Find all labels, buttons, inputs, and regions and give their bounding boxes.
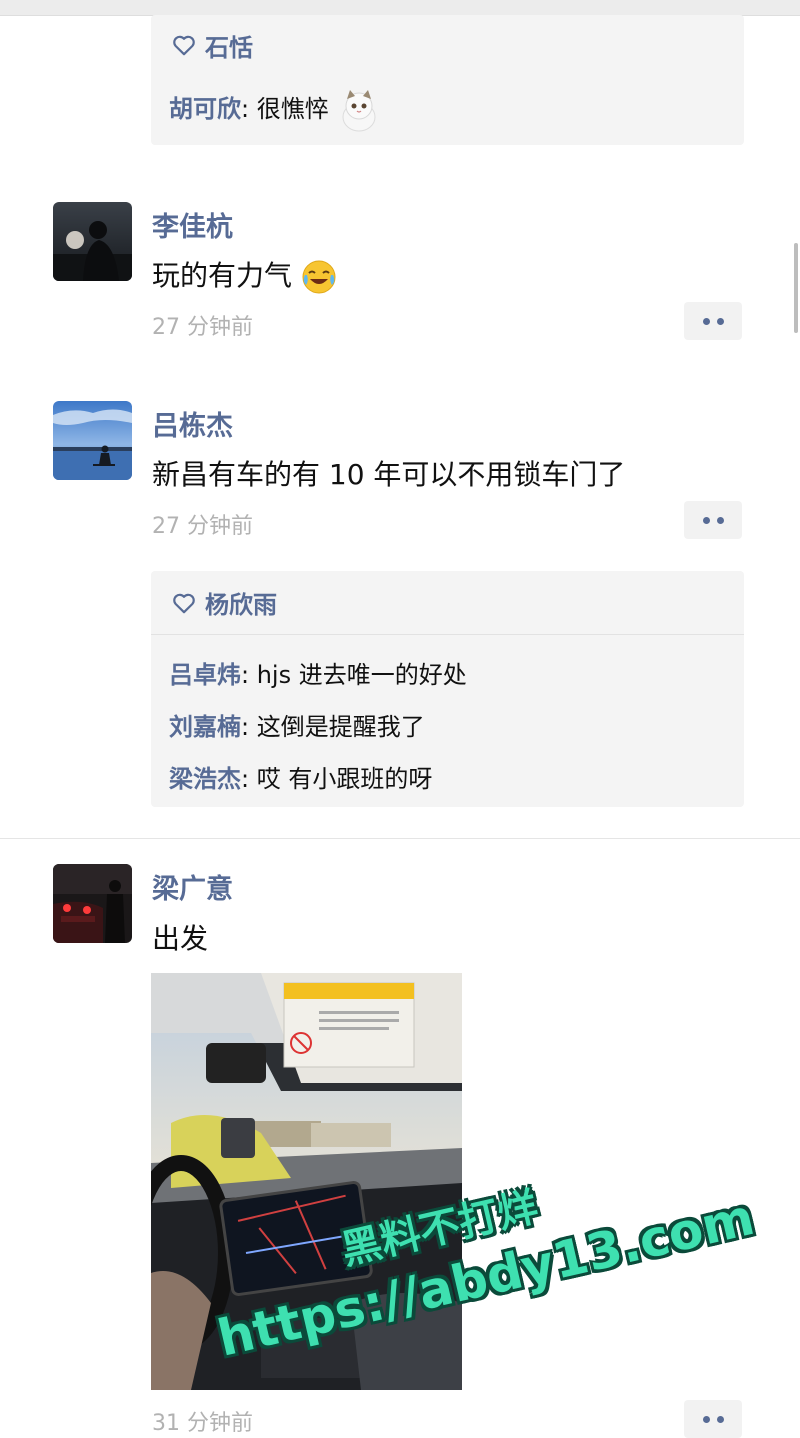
post-text: 新昌有车的有 10 年可以不用锁车门了: [152, 458, 626, 491]
comment-text: 这倒是提醒我了: [256, 713, 425, 741]
avatar-night-car-image: [53, 864, 132, 943]
avatar[interactable]: [53, 202, 132, 281]
more-options-button[interactable]: [684, 501, 742, 539]
post-time: 27 分钟前: [152, 514, 253, 539]
top-status-strip: [0, 0, 800, 16]
likes-row: 石恬: [151, 15, 744, 75]
comment-author[interactable]: 吕卓炜: [169, 661, 241, 689]
post-text-content: 玩的有力气: [152, 259, 293, 292]
comment-text: 哎 有小跟班的呀: [256, 765, 433, 793]
likers-names[interactable]: 杨欣雨: [205, 585, 277, 620]
divider: [151, 634, 744, 635]
avatar-person-silhouette-image: [53, 202, 132, 281]
post-text: 出发: [152, 922, 209, 955]
post-author[interactable]: 梁广意: [152, 867, 233, 906]
comment-item[interactable]: 胡可欣: 很憔悴: [169, 87, 382, 133]
more-options-button[interactable]: [684, 302, 742, 340]
post-time: 27 分钟前: [152, 315, 253, 340]
comment-author[interactable]: 梁浩杰: [169, 765, 241, 793]
comment-colon: :: [241, 661, 257, 689]
comment-item[interactable]: 刘嘉楠: 这倒是提醒我了: [169, 707, 425, 742]
post-separator: [0, 838, 800, 839]
dot-icon: [702, 516, 710, 524]
comment-text: 很憔悴: [256, 95, 329, 123]
dot-icon: [716, 1415, 724, 1423]
likes-row: 杨欣雨: [151, 571, 744, 634]
dot-icon: [702, 1415, 710, 1423]
likers-names[interactable]: 石恬: [205, 28, 253, 63]
dot-icon: [702, 317, 710, 325]
cat-sticker-icon: [342, 90, 376, 132]
post-author[interactable]: 李佳杭: [152, 205, 233, 244]
comment-author[interactable]: 刘嘉楠: [169, 713, 241, 741]
avatar[interactable]: [53, 401, 132, 480]
avatar-lakeside-image: [53, 401, 132, 480]
comment-text: hjs 进去唯一的好处: [256, 661, 467, 689]
post-author[interactable]: 吕栋杰: [152, 404, 233, 443]
more-options-button[interactable]: [684, 1400, 742, 1438]
comment-colon: :: [241, 765, 257, 793]
dot-icon: [716, 516, 724, 524]
scrollbar[interactable]: [794, 243, 798, 333]
post-text: 玩的有力气: [152, 254, 337, 295]
comment-item[interactable]: 梁浩杰: 哎 有小跟班的呀: [169, 759, 432, 794]
heart-icon: [173, 593, 195, 613]
likes-comments-block: 杨欣雨 吕卓炜: hjs 进去唯一的好处 刘嘉楠: 这倒是提醒我了 梁浩杰: 哎…: [151, 571, 744, 807]
avatar[interactable]: [53, 864, 132, 943]
heart-icon: [173, 35, 195, 56]
comment-colon: :: [241, 95, 257, 123]
crying-laughing-emoji-icon: [302, 260, 336, 294]
comment-item[interactable]: 吕卓炜: hjs 进去唯一的好处: [169, 655, 467, 690]
dot-icon: [716, 317, 724, 325]
comment-author[interactable]: 胡可欣: [169, 95, 241, 123]
comment-colon: :: [241, 713, 257, 741]
likes-comments-block: 石恬 胡可欣: 很憔悴: [151, 15, 744, 145]
